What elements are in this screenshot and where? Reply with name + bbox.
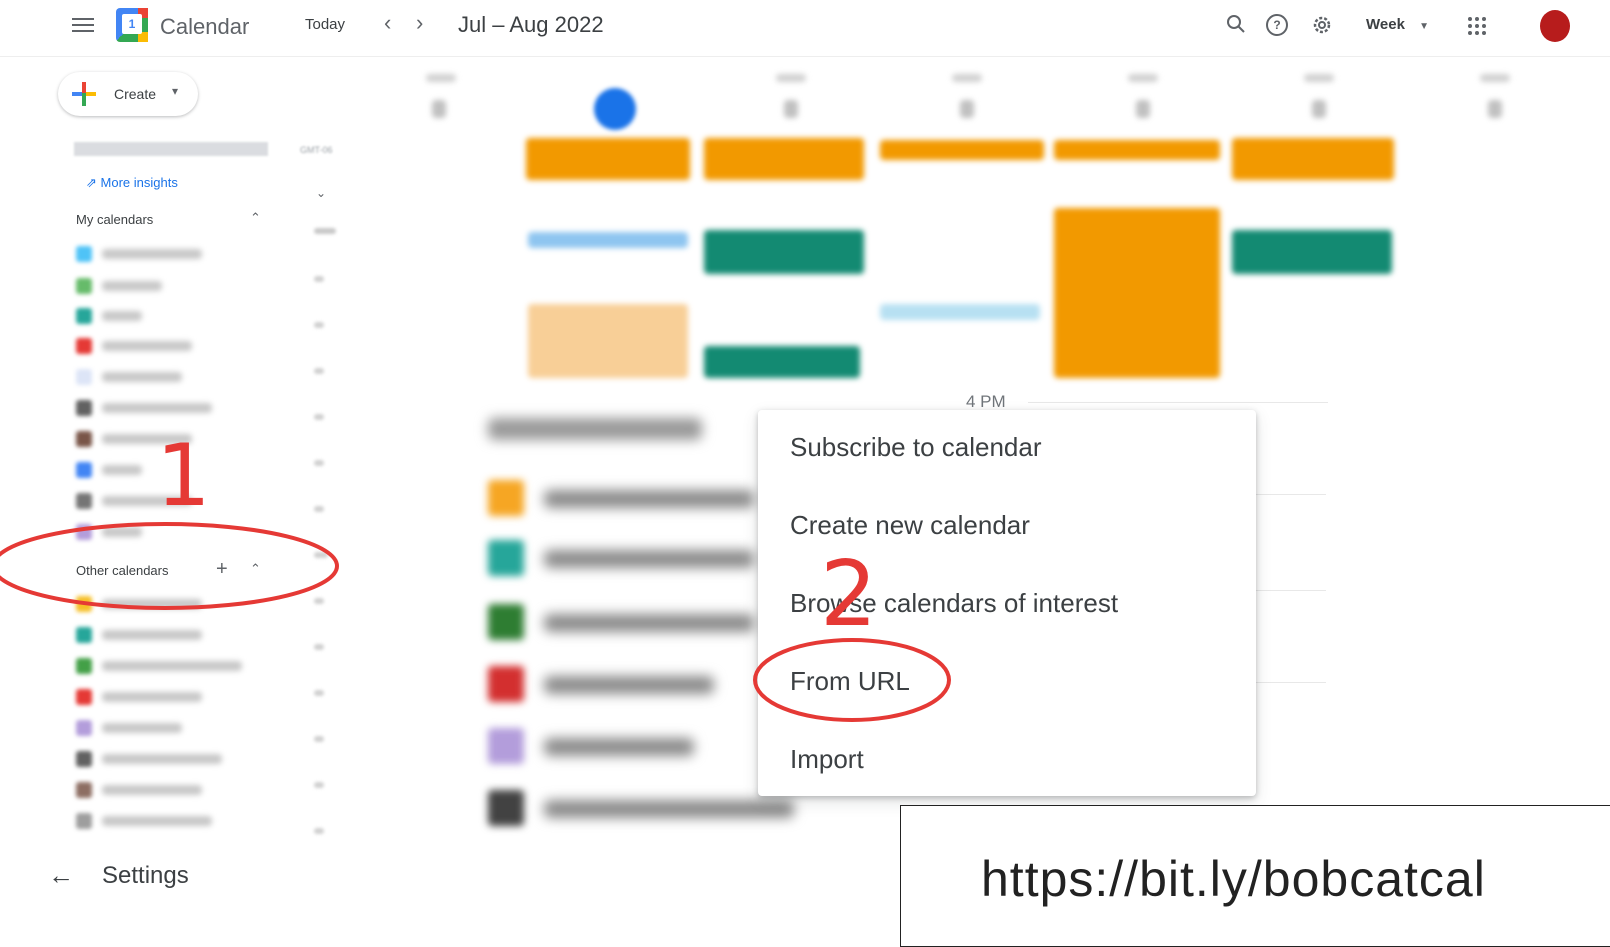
hour-label (314, 276, 324, 282)
event-block[interactable] (704, 138, 864, 180)
menu-item-create-new[interactable]: Create new calendar (790, 510, 1030, 541)
date-range-title: Jul – Aug 2022 (458, 12, 604, 37)
annotation-step-2: 2 (820, 542, 878, 647)
hour-label (314, 506, 324, 512)
create-label: Create (114, 86, 157, 102)
caret-down-icon: ▼ (1419, 21, 1429, 32)
day-header (1128, 74, 1158, 82)
hour-label (314, 690, 324, 696)
logo-day: 1 (122, 14, 142, 34)
hour-gridline (1256, 494, 1326, 495)
calendar-logo: 1 (116, 8, 148, 42)
hour-label (314, 782, 324, 788)
plus-icon (72, 82, 96, 106)
event-block[interactable] (526, 138, 690, 180)
event-block[interactable] (704, 230, 864, 274)
timezone-label: GMT-06 (300, 145, 333, 155)
hour-gridline (1256, 590, 1326, 591)
event-block[interactable] (704, 346, 860, 378)
annotation-step-1: 1 (156, 426, 211, 526)
settings-label: Settings (102, 862, 189, 889)
event-block[interactable] (880, 304, 1040, 320)
day-number[interactable] (1312, 100, 1326, 118)
event-block[interactable] (1054, 208, 1220, 378)
hour-gridline (1256, 682, 1326, 683)
hour-label (314, 598, 324, 604)
caret-down-icon: ▾ (172, 84, 179, 98)
day-number[interactable] (784, 100, 798, 118)
hour-label (314, 736, 324, 742)
menu-item-from-url[interactable]: From URL (790, 666, 910, 697)
more-insights-link[interactable]: ⇗ More insights (86, 175, 178, 191)
hour-label (314, 828, 324, 834)
today-day-number[interactable] (594, 88, 636, 130)
hour-label (314, 460, 324, 466)
day-number[interactable] (960, 100, 974, 118)
chevron-down-icon[interactable]: ⌄ (316, 186, 326, 200)
divider (0, 56, 1610, 57)
day-number[interactable] (432, 100, 446, 118)
create-button[interactable]: Create ▾ (58, 72, 198, 116)
day-header (952, 74, 982, 82)
hour-label (314, 228, 336, 234)
app-title: Calendar (160, 14, 250, 39)
day-header (1304, 74, 1334, 82)
day-header (776, 74, 806, 82)
day-header (1480, 74, 1510, 82)
day-header (426, 74, 456, 82)
day-number[interactable] (1136, 100, 1150, 118)
add-other-calendar-icon[interactable]: + (216, 558, 228, 581)
main-menu-icon[interactable] (72, 14, 94, 36)
chevron-up-icon[interactable]: ⌃ (250, 210, 261, 226)
other-calendars-panel-title (488, 418, 702, 440)
hour-gridline (1028, 402, 1328, 403)
event-block[interactable] (1232, 138, 1394, 180)
chevron-right-icon[interactable]: › (416, 10, 423, 36)
chevron-left-icon[interactable]: ‹ (384, 10, 391, 36)
view-label: Week (1366, 16, 1405, 33)
url-text: https://bit.ly/bobcatcal (981, 851, 1486, 907)
time-label: 4 PM (966, 392, 1006, 411)
url-callout: https://bit.ly/bobcatcal (900, 805, 1610, 947)
day-number[interactable] (1488, 100, 1502, 118)
event-block[interactable] (1232, 230, 1392, 274)
gear-icon[interactable] (1310, 14, 1334, 38)
insights-icon: ⇗ (86, 175, 97, 190)
hour-label (314, 368, 324, 374)
hour-label (314, 552, 328, 558)
arrow-back-icon[interactable]: ← (48, 860, 74, 891)
hour-label (314, 322, 324, 328)
event-block[interactable] (528, 232, 688, 248)
search-icon[interactable] (1224, 14, 1248, 38)
today-button[interactable]: Today (305, 16, 345, 33)
top-bar: 1 Calendar Today ‹ › Jul – Aug 2022 ? We… (0, 0, 1610, 56)
people-search-input[interactable] (74, 142, 268, 156)
event-block[interactable] (1054, 140, 1220, 160)
chevron-up-icon[interactable]: ⌃ (250, 561, 261, 577)
menu-item-import[interactable]: Import (790, 744, 864, 775)
help-icon[interactable]: ? (1266, 14, 1290, 38)
menu-item-subscribe[interactable]: Subscribe to calendar (790, 432, 1041, 463)
avatar[interactable] (1540, 10, 1570, 42)
event-block[interactable] (880, 140, 1044, 160)
event-block[interactable] (528, 304, 688, 378)
other-calendars-heading[interactable]: Other calendars (76, 563, 169, 578)
view-selector[interactable]: Week ▼ (1366, 16, 1429, 33)
hour-label (314, 414, 324, 420)
my-calendars-heading[interactable]: My calendars (76, 212, 153, 227)
hour-label (314, 644, 324, 650)
apps-grid-icon[interactable] (1468, 17, 1486, 35)
